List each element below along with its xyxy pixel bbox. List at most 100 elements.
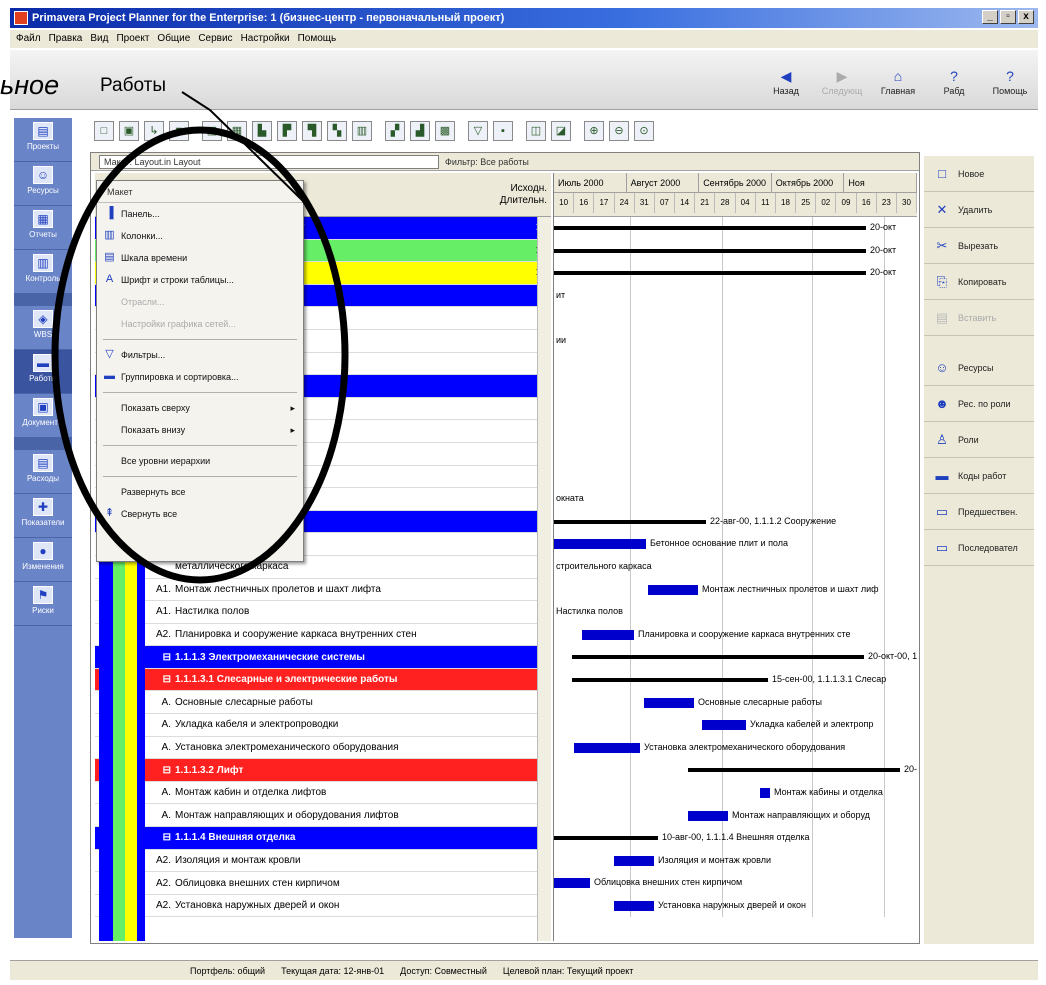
table-vertical-scrollbar[interactable] [537,217,551,941]
toolbar-button-16[interactable]: ◫ [526,121,546,141]
table-row[interactable]: A1. Монтаж лестничных пролетов и шахт лиф… [95,579,551,602]
table-row[interactable]: A1.Настилка полов1 [95,601,551,624]
gantt-activity-bar[interactable] [760,788,770,798]
gantt-activity-bar[interactable] [614,855,654,866]
table-row[interactable]: A2.Установка наружных дверей и окон1 [95,895,551,918]
gantt-summary-bar[interactable] [572,678,768,682]
maximize-button[interactable]: ▫ [1000,10,1016,24]
table-row[interactable]: A2.Изоляция и монтаж кровли1 [95,850,551,873]
toolbar-button-5[interactable]: ▦ [227,121,247,141]
context-menu-item[interactable]: Показать внизу ▸ [97,419,303,441]
toolbar-button-18[interactable]: ⊕ [584,121,604,141]
nav-button-workspace[interactable]: ? Рабд [932,68,976,96]
menu-7[interactable]: Помощь [298,30,337,48]
table-row[interactable]: A2.Облицовка внешних стен кирпичом2 [95,872,551,895]
nav-button-help[interactable]: ? Помощь [988,68,1032,96]
gantt-activity-bar[interactable] [554,878,590,889]
toolbar-button-0[interactable]: □ [94,121,114,141]
menu-4[interactable]: Общие [157,30,190,48]
menu-3[interactable]: Проект [116,30,149,48]
toolbar-button-7[interactable]: ▛ [277,121,297,141]
close-button[interactable]: x [1018,10,1034,24]
table-row[interactable]: ⊟1.1.1.3 Электромеханические системы4 [95,646,551,669]
nav-button-home[interactable]: ⌂ Главная [876,68,920,96]
sidebar-item-reports[interactable]: ▦ Отчеты [14,206,72,250]
sidebar-item-projects[interactable]: ▤ Проекты [14,118,72,162]
menu-2[interactable]: Вид [90,30,108,48]
sidebar-item-wbs[interactable]: ◈ WBS [14,306,72,350]
gantt-activity-bar[interactable] [648,584,698,595]
gantt-summary-bar[interactable] [554,519,706,524]
sidebar-item-thresholds[interactable]: ✚ Показатели [14,494,72,538]
toolbar-button-13[interactable]: ▩ [435,121,455,141]
command-new[interactable]: □ Новое [924,156,1034,192]
table-row[interactable]: ⊟1.1.1.4 Внешняя отделка4 [95,827,551,850]
command-resources[interactable]: ☺ Ресурсы [924,350,1034,386]
toolbar-button-8[interactable]: ▜ [302,121,322,141]
nav-button-back-arrow[interactable]: ◀ Назад [764,68,808,96]
context-menu-item[interactable]: Показать сверху ▸ [97,397,303,419]
toolbar-button-6[interactable]: ▙ [252,121,272,141]
gantt-activity-bar[interactable] [614,901,654,911]
table-row[interactable]: A2. Планировка и сооружение каркаса внутр… [95,624,551,647]
context-menu-item[interactable]: ⇞ Свернуть все [97,503,303,525]
gantt-activity-bar[interactable] [582,629,634,640]
context-menu-item[interactable]: ▥ Колонки... [97,225,303,247]
command-roles[interactable]: ☻ Рес. по роли [924,386,1034,422]
context-menu-item[interactable]: ▤ Шкала времени [97,247,303,269]
command-codes[interactable]: ▬ Коды работ [924,458,1034,494]
command-copy[interactable]: ⎘ Копировать [924,264,1034,300]
menu-5[interactable]: Сервис [198,30,232,48]
table-row[interactable]: ⊟ 1.1.1.3.1 Слесарные и электрические раб… [95,668,551,692]
menu-1[interactable]: Правка [49,30,83,48]
gantt-activity-bar[interactable] [688,810,728,821]
toolbar-button-10[interactable]: ▥ [352,121,372,141]
toolbar-button-17[interactable]: ◪ [551,121,571,141]
gantt-activity-bar[interactable] [702,720,746,731]
toolbar-button-12[interactable]: ▟ [410,121,430,141]
context-menu-item[interactable]: ▬ Группировка и сортировка... [97,366,303,388]
sidebar-item-resources[interactable]: ☺ Ресурсы [14,162,72,206]
table-row[interactable]: A. Установка электромеханического оборудо… [95,737,551,760]
toolbar-button-3[interactable]: ▼ [169,121,189,141]
context-menu-item[interactable]: ▽ Фильтры... [97,344,303,366]
menu-6[interactable]: Настройки [241,30,290,48]
toolbar-button-4[interactable]: ▤ [202,121,222,141]
toolbar-button-20[interactable]: ⊙ [634,121,654,141]
nav-button-forward-arrow[interactable]: ▶ Следующ [820,68,864,96]
gantt-summary-bar[interactable] [554,226,866,230]
gantt-summary-bar[interactable] [688,768,900,773]
gantt-activity-bar[interactable] [554,539,646,550]
gantt-summary-bar[interactable] [554,271,866,276]
table-row[interactable]: A.Монтаж кабин и отделка лифтов1 [95,782,551,805]
gantt-activity-bar[interactable] [574,742,640,753]
table-row[interactable]: A. Монтаж направляющих и оборудования лиф… [95,804,551,828]
gantt-activity-bar[interactable] [644,697,694,708]
toolbar-button-2[interactable]: ↳ [144,121,164,141]
sidebar-item-risks[interactable]: ⚑ Риски [14,582,72,626]
command-role[interactable]: ♙ Роли [924,422,1034,458]
command-delete[interactable]: ✕ Удалить [924,192,1034,228]
sidebar-item-issues[interactable]: ● Изменения [14,538,72,582]
table-row[interactable]: A.Основные слесарные работы1 [95,691,551,715]
duration-column-header[interactable]: Исходн. Длительн. [475,183,547,207]
toolbar-button-11[interactable]: ▞ [385,121,405,141]
context-menu-item[interactable]: Все уровни иерархии [97,450,303,472]
table-row[interactable]: ⊟1.1.1.3.2 Лифт2 [95,759,551,782]
command-paste[interactable]: ▤ Вставить [924,300,1034,336]
toolbar-button-14[interactable]: ▽ [468,121,488,141]
toolbar-button-9[interactable]: ▚ [327,121,347,141]
sidebar-item-documents[interactable]: ▣ Документы [14,394,72,438]
command-cut[interactable]: ✂ Вырезать [924,228,1034,264]
layout-selector[interactable]: Макет: Layout.in Layout [99,155,439,169]
minimize-button[interactable]: _ [982,10,998,24]
toolbar-button-15[interactable]: ▪ [493,121,513,141]
gantt-summary-bar[interactable] [554,836,658,841]
command-successor[interactable]: ▭ Последовател [924,530,1034,566]
menu-0[interactable]: Файл [16,30,41,48]
sidebar-item-activities[interactable]: ▬ Работы [14,350,72,394]
command-predecessor[interactable]: ▭ Предшествен. [924,494,1034,530]
sidebar-item-expenses[interactable]: ▤ Расходы [14,450,72,494]
context-menu-item[interactable]: ▐ Панель... [97,203,303,225]
sidebar-item-tracking[interactable]: ▥ Контроль [14,250,72,294]
